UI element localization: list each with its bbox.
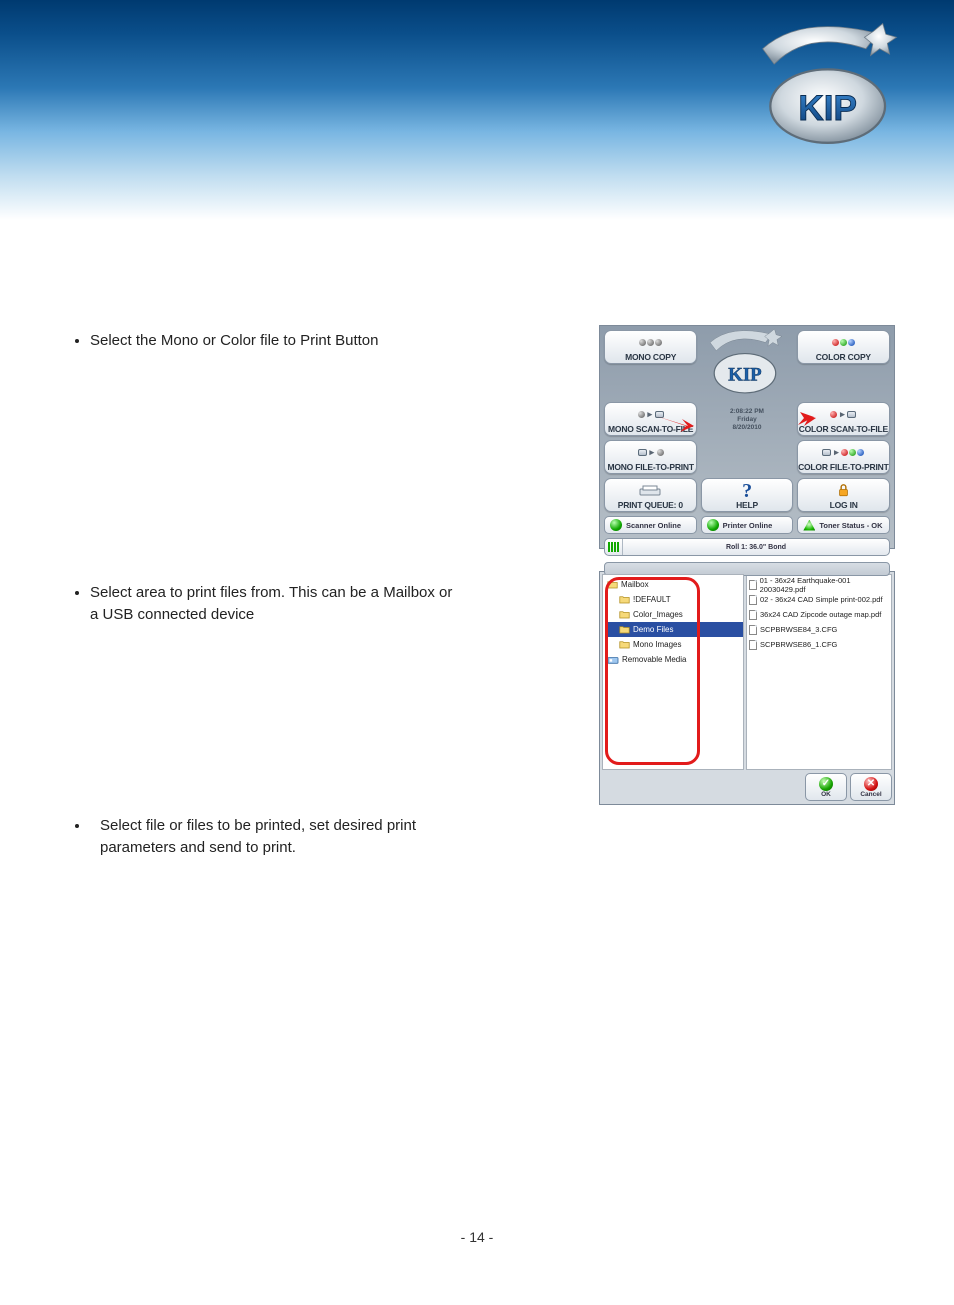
folder-tree[interactable]: Mailbox !DEFAULT Color_Images Demo Files Mon… <box>602 574 744 770</box>
doc-header: KIP <box>0 0 954 220</box>
media-level-icon <box>605 539 623 555</box>
instruction-list: Select the Mono or Color file to Print B… <box>50 220 455 859</box>
print-queue-icon <box>639 481 661 501</box>
file-row[interactable]: 36x24 CAD Zipcode outage map.pdf <box>749 607 889 622</box>
file-icon <box>749 610 757 620</box>
tree-node-label: !DEFAULT <box>633 595 671 604</box>
color-orbs-icon <box>832 333 855 353</box>
file-name-label: SCPBRWSE84_3.CFG <box>760 625 837 634</box>
file-icon <box>749 580 757 590</box>
file-row[interactable]: 02 - 36x24 CAD Simple print-002.pdf <box>749 592 889 607</box>
date-label: 8/20/2010 <box>730 424 764 432</box>
file-icon <box>749 640 757 650</box>
color-copy-button[interactable]: COLOR COPY <box>797 330 890 364</box>
scan-color-icon: ▸ <box>830 405 856 425</box>
lock-icon <box>838 481 849 501</box>
tree-node[interactable]: Color_Images <box>607 607 743 622</box>
mono-orbs-icon <box>639 333 662 353</box>
cancel-button[interactable]: ✕ Cancel <box>850 773 892 801</box>
folder-icon <box>619 610 630 619</box>
folder-icon <box>619 640 630 649</box>
file-row[interactable]: SCPBRWSE84_3.CFG <box>749 622 889 637</box>
help-button[interactable]: ? HELP <box>701 478 794 512</box>
help-label: HELP <box>736 501 758 510</box>
tree-node[interactable]: Removable Media <box>607 652 743 667</box>
center-kip-logo: KIP <box>706 328 788 400</box>
tree-node-label: Demo Files <box>633 625 673 634</box>
printer-status[interactable]: Printer Online <box>701 516 794 534</box>
time-label: 2:08:22 PM <box>730 408 764 416</box>
color-scan-label: COLOR SCAN-TO-FILE <box>799 425 888 434</box>
toner-status[interactable]: Toner Status - OK <box>797 516 890 534</box>
roll-label: Roll 1: 36.0" Bond <box>726 544 786 551</box>
file-row[interactable]: SCPBRWSE86_1.CFG <box>749 637 889 652</box>
svg-text:KIP: KIP <box>798 89 857 128</box>
file-list[interactable]: 01 - 36x24 Earthquake-001 20030429.pdf02… <box>746 574 892 770</box>
folder-icon <box>607 580 618 589</box>
ok-label: OK <box>821 791 831 798</box>
color-f2p-label: COLOR FILE-TO-PRINT <box>798 463 888 472</box>
day-label: Friday <box>730 416 764 424</box>
check-icon: ✓ <box>819 777 833 791</box>
printer-status-label: Printer Online <box>723 521 773 530</box>
scan-mono-icon: ▸ <box>638 405 664 425</box>
mono-copy-label: MONO COPY <box>625 353 676 362</box>
svg-text:KIP: KIP <box>728 365 762 386</box>
status-light-icon <box>707 519 719 531</box>
folder-icon <box>619 595 630 604</box>
login-label: LOG IN <box>830 501 858 510</box>
mono-copy-button[interactable]: MONO COPY <box>604 330 697 364</box>
tree-node[interactable]: Mono Images <box>607 637 743 652</box>
file-name-label: 02 - 36x24 CAD Simple print-002.pdf <box>760 595 883 604</box>
tree-node[interactable]: !DEFAULT <box>607 592 743 607</box>
scanner-status-label: Scanner Online <box>626 521 681 530</box>
file-name-label: SCPBRWSE86_1.CFG <box>760 640 837 649</box>
file-name-label: 01 - 36x24 Earthquake-001 20030429.pdf <box>760 576 889 594</box>
cancel-label: Cancel <box>860 791 881 798</box>
login-button[interactable]: LOG IN <box>797 478 890 512</box>
ok-button[interactable]: ✓ OK <box>805 773 847 801</box>
kip-main-screen: MONO COPY KIP 2:08:22 PM Friday <box>599 325 895 549</box>
tree-node[interactable]: Mailbox <box>607 577 743 592</box>
f2p-mono-icon: ▸ <box>638 443 664 463</box>
drive-icon <box>607 655 619 665</box>
file-browser-dialog: Mailbox !DEFAULT Color_Images Demo Files Mon… <box>599 571 895 805</box>
print-queue-label: PRINT QUEUE: 0 <box>618 501 683 510</box>
roll-bar[interactable]: Roll 1: 36.0" Bond <box>604 538 890 556</box>
tree-node-label: Mono Images <box>633 640 681 649</box>
mono-file-to-print-button[interactable]: ▸ MONO FILE-TO-PRINT <box>604 440 697 474</box>
color-file-to-print-button[interactable]: ▸ COLOR FILE-TO-PRINT <box>797 440 890 474</box>
bullet-2: Select area to print files from. This ca… <box>90 584 452 623</box>
close-icon: ✕ <box>864 777 878 791</box>
mono-scan-label: MONO SCAN-TO-FILE <box>608 425 693 434</box>
f2p-color-icon: ▸ <box>822 443 864 463</box>
folder-icon <box>619 625 630 634</box>
mono-f2p-label: MONO FILE-TO-PRINT <box>607 463 693 472</box>
bullet-3: Select file or files to be printed, set … <box>100 817 416 856</box>
file-icon <box>749 595 757 605</box>
print-queue-button[interactable]: PRINT QUEUE: 0 <box>604 478 697 512</box>
toner-icon <box>803 520 815 531</box>
tree-node-label: Mailbox <box>621 580 649 589</box>
file-icon <box>749 625 757 635</box>
tree-node-label: Color_Images <box>633 610 683 619</box>
datetime: 2:08:22 PM Friday 8/20/2010 <box>730 408 764 432</box>
tree-node-selected[interactable]: Demo Files <box>607 622 743 637</box>
mono-scan-button[interactable]: ▸ MONO SCAN-TO-FILE <box>604 402 697 436</box>
color-scan-button[interactable]: ▸ COLOR SCAN-TO-FILE <box>797 402 890 436</box>
toner-status-label: Toner Status - OK <box>819 521 882 530</box>
page-number: - 14 - <box>50 1229 904 1245</box>
file-name-label: 36x24 CAD Zipcode outage map.pdf <box>760 610 881 619</box>
scanner-status[interactable]: Scanner Online <box>604 516 697 534</box>
help-icon: ? <box>742 481 752 501</box>
kip-logo: KIP <box>754 22 909 157</box>
bullet-1: Select the Mono or Color file to Print B… <box>90 332 378 349</box>
status-light-icon <box>610 519 622 531</box>
color-copy-label: COLOR COPY <box>816 353 871 362</box>
tree-node-label: Removable Media <box>622 655 686 664</box>
file-row[interactable]: 01 - 36x24 Earthquake-001 20030429.pdf <box>749 577 889 592</box>
